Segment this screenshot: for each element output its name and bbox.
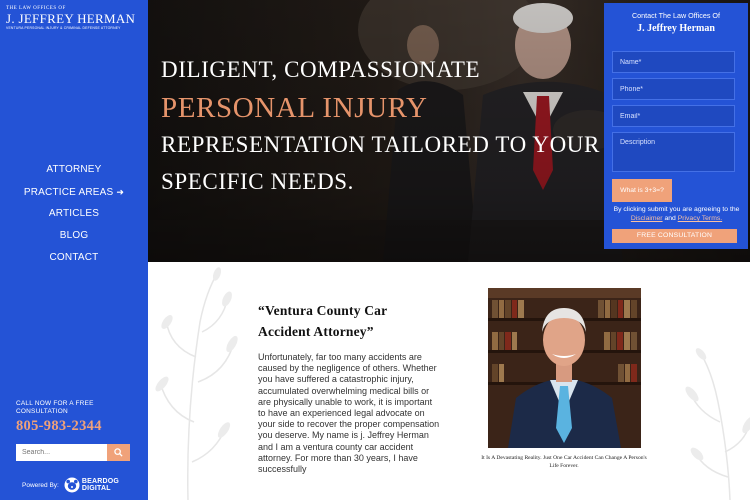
- beardog-text-1: BEARDOG: [81, 477, 120, 485]
- search-form: [16, 444, 130, 461]
- call-now-label: CALL NOW FOR A FREE CONSULTATION: [16, 400, 94, 415]
- nav-item-label: ARTICLES: [48, 208, 100, 219]
- name-field[interactable]: [612, 51, 735, 73]
- nav-item-label: ATTORNEY: [46, 164, 102, 175]
- main-content: “Ventura County Car Accident Attorney” U…: [148, 262, 750, 500]
- nav-item-practice-areas[interactable]: PRACTICE AREAS ➜: [0, 185, 148, 207]
- bear-icon: [64, 477, 80, 493]
- beardog-text-2: DIGITAL: [81, 485, 111, 492]
- form-attorney-name: J. Jeffrey Herman: [637, 23, 715, 34]
- article-title: “Ventura County Car Accident Attorney”: [258, 303, 388, 339]
- main-nav: ATTORNEY PRACTICE AREAS ➜ ARTICLES BLOG C…: [0, 163, 148, 273]
- description-field[interactable]: [612, 132, 735, 172]
- search-icon: [114, 448, 123, 457]
- powered-by-label: Powered By:: [22, 481, 59, 489]
- hero-heading-line-4: SPECIFIC NEEDS.: [161, 169, 355, 194]
- disclaimer-text: By clicking submit you are agreeing to t…: [613, 206, 740, 213]
- sidebar: THE LAW OFFICES OF J. JEFFREY HERMAN VEN…: [0, 0, 148, 500]
- attorney-photo: [488, 288, 641, 448]
- site-logo[interactable]: THE LAW OFFICES OF J. JEFFREY HERMAN VEN…: [6, 6, 142, 31]
- logo-tagline: VENTURA PERSONAL INJURY & CRIMINAL DEFEN…: [6, 26, 121, 30]
- disclaimer-and: and: [664, 215, 676, 222]
- leaf-decoration-right: [685, 348, 750, 500]
- leaf-decoration-left: [155, 267, 238, 500]
- nav-item-label: CONTACT: [49, 252, 99, 263]
- privacy-terms-link[interactable]: Privacy Terms.: [678, 215, 722, 222]
- article-body: Unfortunately, far too many accidents ar…: [258, 352, 440, 475]
- free-consultation-button[interactable]: FREE CONSULTATION: [612, 229, 737, 243]
- powered-by: Powered By: BEARDOG DIGITAL: [22, 477, 119, 493]
- form-disclaimer: By clicking submit you are agreeing to t…: [609, 205, 744, 223]
- nav-item-articles[interactable]: ARTICLES: [0, 207, 148, 229]
- disclaimer-link[interactable]: Disclaimer: [631, 215, 663, 222]
- attorney-portrait-image: [488, 288, 641, 448]
- nav-item-blog[interactable]: BLOG: [0, 229, 148, 251]
- arrow-right-icon: ➜: [116, 187, 125, 197]
- hero-heading-line-1: DILIGENT, COMPASSIONATE: [161, 57, 481, 82]
- nav-item-attorney[interactable]: ATTORNEY: [0, 163, 148, 185]
- email-field[interactable]: [612, 105, 735, 127]
- nav-item-label: PRACTICE AREAS: [23, 187, 114, 198]
- nav-item-label: BLOG: [59, 230, 89, 241]
- logo-name: J. JEFFREY HERMAN: [6, 11, 136, 26]
- hero-heading-line-2: PERSONAL INJURY: [161, 92, 428, 124]
- captcha-field[interactable]: What is 3+3=?: [612, 179, 672, 202]
- search-button[interactable]: [107, 444, 130, 461]
- hero-heading-line-3: REPRESENTATION TAILORED TO YOUR: [161, 132, 600, 157]
- nav-item-contact[interactable]: CONTACT: [0, 251, 148, 273]
- phone-field[interactable]: [612, 78, 735, 100]
- photo-caption: It Is A Devastating Reality. Just One Ca…: [481, 455, 647, 469]
- form-title: Contact The Law Offices Of: [631, 11, 721, 20]
- phone-link[interactable]: 805-983-2344: [16, 418, 102, 435]
- beardog-digital-logo[interactable]: BEARDOG DIGITAL: [64, 477, 119, 493]
- search-input[interactable]: [16, 444, 107, 461]
- contact-form: Contact The Law Offices Of J. Jeffrey He…: [604, 3, 748, 249]
